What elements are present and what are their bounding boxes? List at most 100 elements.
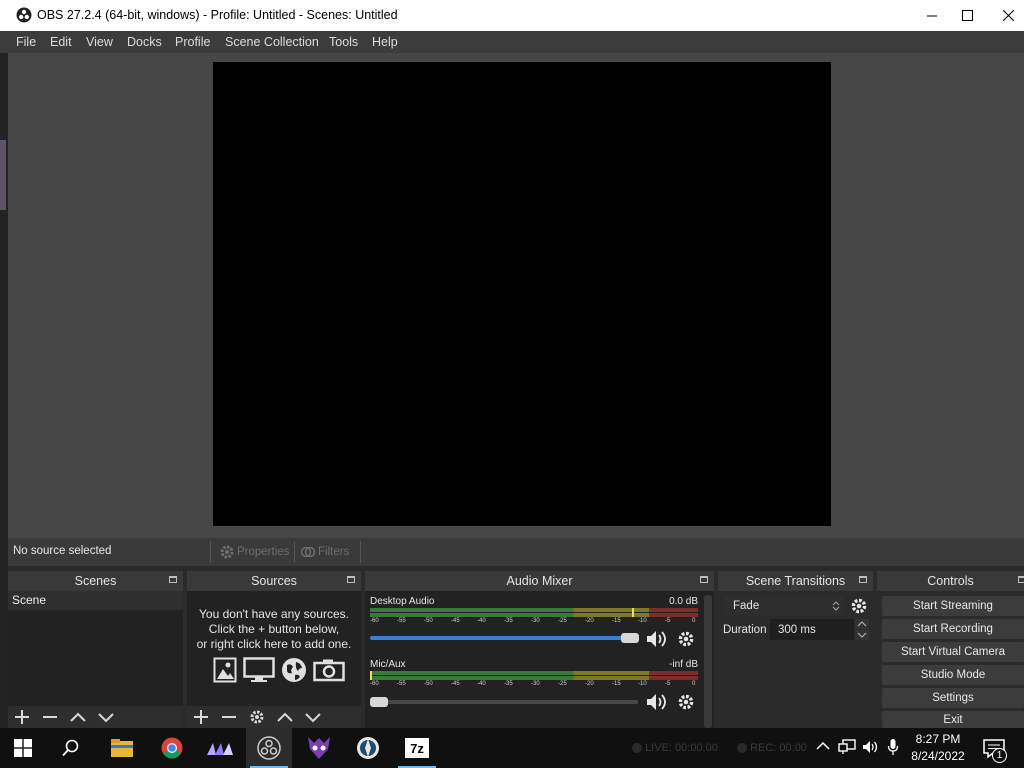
volume-slider[interactable] bbox=[370, 700, 638, 704]
gear-icon[interactable] bbox=[677, 693, 695, 711]
float-dock-icon[interactable] bbox=[169, 576, 177, 583]
volume-slider-handle[interactable] bbox=[370, 697, 388, 707]
7zip-icon: 7z bbox=[405, 738, 429, 758]
meter-tick-label: -10 bbox=[638, 618, 647, 624]
menu-view[interactable]: View bbox=[86, 35, 113, 49]
maximize-button[interactable] bbox=[944, 0, 990, 31]
settings-button[interactable]: Settings bbox=[882, 688, 1024, 708]
add-source-icon[interactable] bbox=[193, 709, 209, 725]
speaker-icon[interactable] bbox=[645, 692, 669, 712]
network-icon[interactable] bbox=[838, 739, 856, 755]
window-title: OBS 27.2.4 (64-bit, windows) - Profile: … bbox=[37, 8, 398, 22]
add-scene-icon[interactable] bbox=[14, 709, 30, 725]
meter-tick-label: -45 bbox=[451, 618, 460, 624]
sources-empty-line: or right click here to add one. bbox=[196, 637, 352, 651]
remove-source-icon[interactable] bbox=[221, 709, 237, 725]
search-button[interactable] bbox=[48, 728, 94, 768]
sources-empty-line: You don't have any sources. bbox=[199, 607, 349, 621]
transition-selected: Fade bbox=[733, 600, 760, 612]
taskbar-game[interactable] bbox=[296, 728, 342, 768]
menu-profile[interactable]: Profile bbox=[175, 35, 210, 49]
duration-input[interactable]: 300 ms bbox=[770, 619, 854, 640]
toolbar-separator bbox=[210, 541, 211, 563]
properties-button[interactable]: Properties bbox=[219, 541, 289, 563]
volume-slider-handle[interactable] bbox=[621, 633, 639, 643]
taskbar-app[interactable] bbox=[345, 728, 391, 768]
volume-icon[interactable] bbox=[862, 739, 880, 755]
taskbar-app[interactable] bbox=[197, 728, 243, 768]
source-toolbar bbox=[8, 538, 1024, 566]
meter-peak-marker bbox=[370, 671, 372, 680]
menu-help[interactable]: Help bbox=[372, 35, 398, 49]
move-up-icon[interactable] bbox=[70, 709, 86, 725]
sources-list[interactable]: You don't have any sources. Click the + … bbox=[187, 591, 361, 706]
obs-logo-icon bbox=[16, 7, 32, 23]
obs-live-status: LIVE: 00:00:00 bbox=[632, 742, 718, 754]
audio-mixer-dock-title: Audio Mixer bbox=[365, 571, 714, 591]
scenes-dock-title: Scenes bbox=[8, 571, 183, 591]
meter-tick-label: -40 bbox=[477, 618, 486, 624]
clock-time: 8:27 PM bbox=[915, 732, 961, 746]
filter-icon bbox=[300, 546, 316, 558]
speaker-icon[interactable] bbox=[645, 629, 669, 649]
start-button[interactable] bbox=[0, 728, 46, 768]
controls-title: Controls bbox=[927, 574, 974, 588]
float-dock-icon[interactable] bbox=[859, 576, 867, 583]
channel-name: Desktop Audio bbox=[370, 596, 435, 607]
maximize-icon bbox=[961, 10, 973, 21]
meter-tick-label: -20 bbox=[585, 618, 594, 624]
start-recording-button[interactable]: Start Recording bbox=[882, 619, 1024, 639]
meter-tick-label: -5 bbox=[665, 618, 671, 624]
scenes-toolbar bbox=[8, 706, 183, 728]
taskbar-7zip[interactable]: 7z bbox=[394, 728, 440, 768]
menu-scene-collection[interactable]: Scene Collection bbox=[225, 35, 319, 49]
meter-tick-label: -15 bbox=[612, 681, 621, 687]
float-dock-icon[interactable] bbox=[347, 576, 355, 583]
taskbar-obs[interactable] bbox=[246, 728, 292, 768]
start-virtual-camera-button[interactable]: Start Virtual Camera bbox=[882, 642, 1024, 662]
float-dock-icon[interactable] bbox=[1018, 576, 1024, 583]
float-dock-icon[interactable] bbox=[700, 576, 708, 583]
app-icon bbox=[207, 743, 233, 755]
chevron-up-icon[interactable] bbox=[816, 741, 830, 751]
volume-slider[interactable] bbox=[370, 636, 636, 640]
studio-mode-button[interactable]: Studio Mode bbox=[882, 665, 1024, 685]
move-down-icon[interactable] bbox=[98, 709, 114, 725]
menu-edit[interactable]: Edit bbox=[50, 35, 72, 49]
transitions-dock-title: Scene Transitions bbox=[718, 571, 873, 591]
app-icon bbox=[357, 737, 379, 759]
start-streaming-button[interactable]: Start Streaming bbox=[882, 596, 1024, 616]
move-down-icon[interactable] bbox=[305, 709, 321, 725]
obs-icon bbox=[257, 736, 281, 760]
meter-tick-label: -20 bbox=[585, 681, 594, 687]
taskbar-chrome[interactable] bbox=[149, 728, 195, 768]
volume-meter bbox=[370, 608, 698, 617]
title-bar: OBS 27.2.4 (64-bit, windows) - Profile: … bbox=[0, 0, 1024, 31]
gear-icon[interactable] bbox=[249, 709, 265, 725]
duration-spinner-icon[interactable] bbox=[855, 619, 869, 640]
volume-meter bbox=[370, 671, 698, 680]
clock[interactable]: 8:27 PM 8/24/2022 bbox=[905, 731, 971, 765]
microphone-icon[interactable] bbox=[887, 738, 899, 756]
transition-select[interactable]: Fade bbox=[724, 596, 844, 616]
gear-icon[interactable] bbox=[677, 630, 695, 648]
menu-docks[interactable]: Docks bbox=[127, 35, 162, 49]
notification-center[interactable]: 1 bbox=[980, 735, 1010, 763]
exit-button[interactable]: Exit bbox=[882, 711, 1024, 728]
mixer-scrollbar[interactable] bbox=[704, 595, 712, 728]
sources-dock-title: Sources bbox=[187, 571, 361, 591]
menu-file[interactable]: File bbox=[16, 35, 36, 49]
menu-tools[interactable]: Tools bbox=[329, 35, 358, 49]
scene-item[interactable]: Scene bbox=[8, 591, 183, 610]
meter-bar bbox=[370, 613, 698, 617]
close-button[interactable] bbox=[985, 0, 1024, 31]
taskbar-file-explorer[interactable] bbox=[99, 728, 145, 768]
move-up-icon[interactable] bbox=[277, 709, 293, 725]
duration-value: 300 ms bbox=[778, 623, 816, 636]
meter-tick-label: -35 bbox=[504, 618, 513, 624]
remove-scene-icon[interactable] bbox=[42, 709, 58, 725]
filters-button[interactable]: Filters bbox=[300, 541, 349, 563]
preview-canvas[interactable] bbox=[213, 62, 831, 526]
gear-icon[interactable] bbox=[850, 597, 868, 615]
meter-tick-label: -10 bbox=[638, 681, 647, 687]
